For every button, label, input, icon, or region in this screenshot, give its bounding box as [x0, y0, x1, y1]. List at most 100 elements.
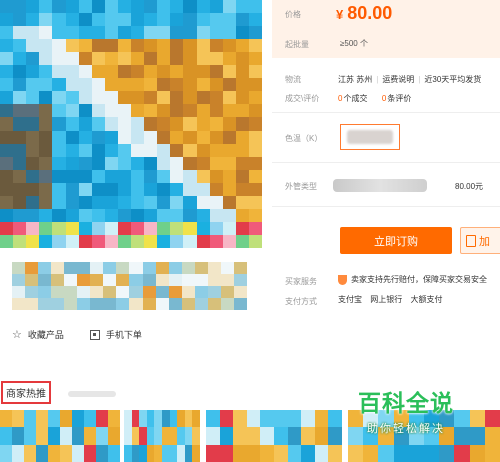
- review-text[interactable]: 条评价: [387, 94, 411, 103]
- image-pixel: [91, 78, 105, 92]
- image-pixel: [116, 286, 130, 298]
- image-pixel: [26, 143, 40, 157]
- image-pixel: [129, 298, 143, 310]
- image-pixel: [26, 0, 40, 14]
- image-pixel: [117, 78, 131, 92]
- image-pixel: [484, 410, 500, 428]
- image-pixel: [96, 427, 108, 445]
- image-pixel: [131, 104, 145, 118]
- image-pixel: [131, 117, 145, 131]
- image-pixel: [170, 208, 184, 222]
- image-pixel: [170, 104, 184, 118]
- product-thumbnails[interactable]: [12, 262, 247, 310]
- image-pixel: [209, 169, 223, 183]
- image-pixel: [235, 52, 249, 66]
- recommend-product-image[interactable]: [0, 410, 120, 462]
- image-pixel: [439, 444, 455, 462]
- image-pixel: [157, 52, 171, 66]
- image-pixel: [13, 13, 27, 27]
- image-pixel: [26, 221, 40, 235]
- order-now-button[interactable]: 立即订购: [340, 227, 452, 254]
- image-pixel: [129, 286, 143, 298]
- image-pixel: [274, 444, 288, 462]
- image-pixel: [0, 410, 12, 428]
- image-pixel: [157, 130, 171, 144]
- price-label: 价格: [285, 10, 301, 19]
- image-pixel: [78, 130, 92, 144]
- image-pixel: [117, 169, 131, 183]
- image-pixel: [235, 0, 249, 14]
- buyer-service-label: 买家服务: [285, 277, 317, 286]
- image-pixel: [91, 143, 105, 157]
- image-pixel: [104, 26, 118, 40]
- image-pixel: [131, 13, 145, 27]
- image-pixel: [78, 208, 92, 222]
- image-pixel: [117, 39, 131, 53]
- logistics-location: 江苏 苏州: [338, 75, 373, 84]
- image-pixel: [170, 78, 184, 92]
- image-pixel: [314, 427, 329, 445]
- image-pixel: [52, 91, 66, 105]
- image-pixel: [104, 39, 118, 53]
- image-pixel: [235, 156, 249, 170]
- price-number: 80.00: [347, 3, 393, 23]
- image-pixel: [209, 26, 223, 40]
- image-pixel: [52, 117, 66, 131]
- spec-option-selected[interactable]: [340, 124, 400, 150]
- image-pixel: [209, 195, 223, 209]
- image-pixel: [207, 298, 221, 310]
- image-pixel: [157, 221, 171, 235]
- image-pixel: [91, 104, 105, 118]
- image-pixel: [220, 274, 234, 286]
- recommend-product-image[interactable]: [206, 410, 342, 462]
- image-pixel: [454, 444, 470, 462]
- image-pixel: [78, 195, 92, 209]
- image-pixel: [144, 39, 158, 53]
- image-pixel: [209, 91, 223, 105]
- image-pixel: [13, 78, 27, 92]
- review-count[interactable]: 0: [382, 94, 386, 103]
- image-pixel: [0, 117, 14, 131]
- image-pixel: [161, 444, 170, 462]
- image-pixel: [108, 444, 120, 462]
- image-pixel: [183, 156, 197, 170]
- image-pixel: [183, 143, 197, 157]
- image-pixel: [0, 143, 14, 157]
- image-pixel: [144, 52, 158, 66]
- image-pixel: [157, 26, 171, 40]
- image-pixel: [157, 0, 171, 14]
- image-pixel: [248, 182, 262, 196]
- add-to-cart-button[interactable]: 加: [460, 227, 500, 254]
- image-pixel: [196, 13, 210, 27]
- image-pixel: [144, 78, 158, 92]
- image-pixel: [13, 169, 27, 183]
- image-pixel: [90, 286, 104, 298]
- image-pixel: [248, 0, 262, 14]
- freight-link[interactable]: 运费说明: [382, 75, 414, 84]
- image-pixel: [65, 91, 79, 105]
- pipe-type-option-blurred[interactable]: [333, 179, 427, 192]
- image-pixel: [235, 195, 249, 209]
- image-pixel: [222, 0, 236, 14]
- recommend-product-image[interactable]: [124, 410, 200, 462]
- image-pixel: [131, 39, 145, 53]
- image-pixel: [157, 117, 171, 131]
- image-pixel: [0, 91, 14, 105]
- image-pixel: [24, 427, 36, 445]
- image-pixel: [25, 262, 39, 274]
- image-pixel: [0, 78, 14, 92]
- favorite-button[interactable]: ☆ 收藏产品: [12, 328, 64, 341]
- payment-label: 支付方式: [285, 297, 317, 306]
- image-pixel: [78, 78, 92, 92]
- image-pixel: [196, 26, 210, 40]
- watermark-title: 百科全说: [358, 390, 454, 416]
- product-main-image[interactable]: [0, 0, 262, 248]
- image-pixel: [209, 234, 223, 248]
- mobile-order-button[interactable]: 手机下单: [89, 328, 142, 341]
- image-pixel: [78, 13, 92, 27]
- image-pixel: [144, 91, 158, 105]
- image-pixel: [248, 52, 262, 66]
- image-pixel: [129, 262, 143, 274]
- image-pixel: [39, 26, 53, 40]
- image-pixel: [90, 298, 104, 310]
